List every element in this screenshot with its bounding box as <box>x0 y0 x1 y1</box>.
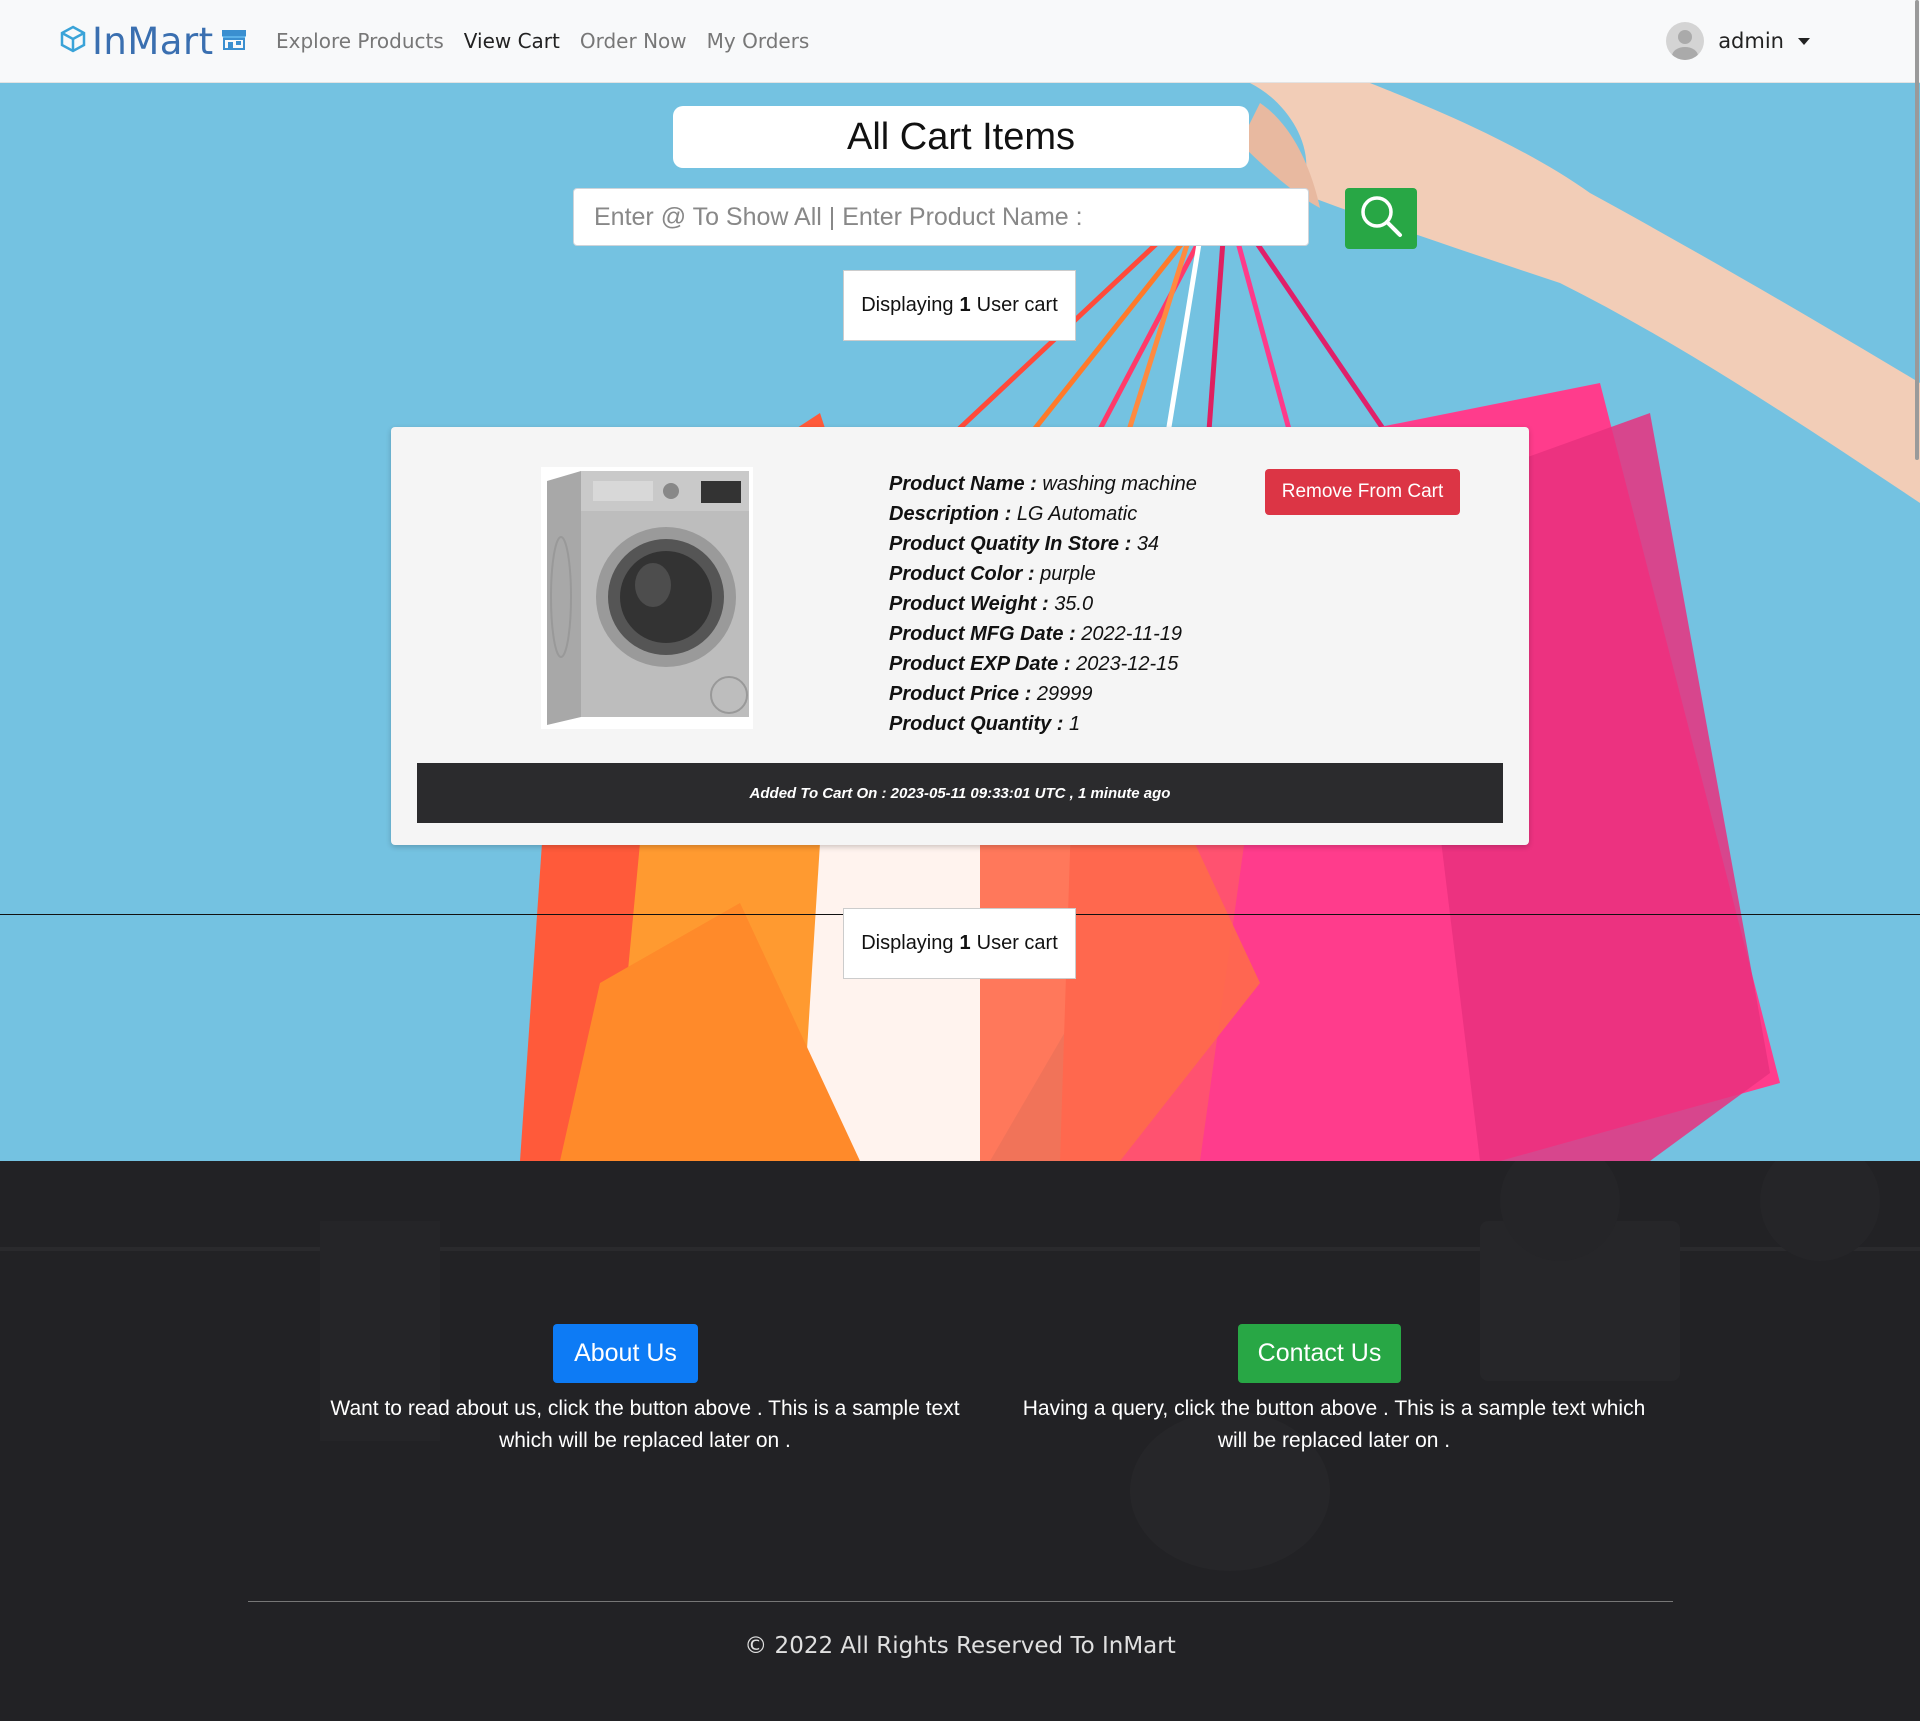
brand-name: InMart <box>92 19 214 63</box>
page-scrollbar[interactable] <box>1914 0 1920 1721</box>
copyright-text: © 2022 All Rights Reserved To InMart <box>744 1633 1176 1659</box>
count-prefix: Displaying <box>861 294 954 316</box>
nav-links: Explore Products View Cart Order Now My … <box>276 0 809 82</box>
remove-from-cart-button[interactable]: Remove From Cart <box>1265 469 1460 515</box>
detail-product-name: Product Name : washing machine <box>889 473 1197 495</box>
hero-section: All Cart Items Displaying 1 User cart <box>0 83 1920 1161</box>
detail-description: Description : LG Automatic <box>889 503 1138 525</box>
search-input[interactable] <box>573 188 1309 246</box>
product-image <box>541 467 753 729</box>
cart-count-top: Displaying 1 User cart <box>843 270 1076 341</box>
about-us-button[interactable]: About Us <box>553 1324 698 1383</box>
user-menu[interactable]: admin <box>1666 20 1810 62</box>
contact-us-button[interactable]: Contact Us <box>1238 1324 1401 1383</box>
navbar: InMart Explore Products View Cart Order … <box>0 0 1920 83</box>
detail-mfg-date: Product MFG Date : 2022-11-19 <box>889 623 1183 645</box>
about-us-text: Want to read about us, click the button … <box>330 1397 960 1452</box>
count-value: 1 <box>959 294 971 316</box>
count-value: 1 <box>959 932 971 954</box>
caret-down-icon <box>1798 37 1810 45</box>
cube-logo-icon <box>60 25 86 58</box>
detail-price: Product Price : 29999 <box>889 683 1093 705</box>
search-button[interactable] <box>1345 188 1417 249</box>
scrollbar-thumb[interactable] <box>1915 0 1919 460</box>
user-name: admin <box>1718 29 1784 53</box>
nav-view-cart[interactable]: View Cart <box>464 29 560 53</box>
detail-weight: Product Weight : 35.0 <box>889 593 1094 615</box>
cart-item-card: Product Name : washing machine Descripti… <box>391 427 1529 845</box>
brand-logo[interactable]: InMart <box>60 8 246 74</box>
page-title: All Cart Items <box>673 106 1249 168</box>
added-to-cart-timestamp: Added To Cart On : 2023-05-11 09:33:01 U… <box>417 763 1503 823</box>
contact-us-text: Having a query, click the button above .… <box>1022 1397 1646 1452</box>
nav-explore-products[interactable]: Explore Products <box>276 29 444 53</box>
detail-color: Product Color : purple <box>889 563 1096 585</box>
cart-count-bottom: Displaying 1 User cart <box>843 908 1076 979</box>
store-icon <box>220 27 248 56</box>
count-suffix: User cart <box>976 294 1058 316</box>
product-details: Product Name : washing machine Descripti… <box>889 469 1197 739</box>
count-suffix: User cart <box>976 932 1058 954</box>
detail-exp-date: Product EXP Date : 2023-12-15 <box>889 653 1179 675</box>
user-avatar-icon <box>1666 22 1705 60</box>
detail-quantity: Product Quantity : 1 <box>889 713 1081 735</box>
nav-order-now[interactable]: Order Now <box>580 29 687 53</box>
footer-divider <box>248 1601 1673 1602</box>
footer: About Us Want to read about us, click th… <box>0 1161 1920 1721</box>
nav-my-orders[interactable]: My Orders <box>707 29 810 53</box>
count-prefix: Displaying <box>861 932 954 954</box>
detail-quantity-in-store: Product Quatity In Store : 34 <box>889 533 1160 555</box>
search-icon <box>1358 193 1404 244</box>
